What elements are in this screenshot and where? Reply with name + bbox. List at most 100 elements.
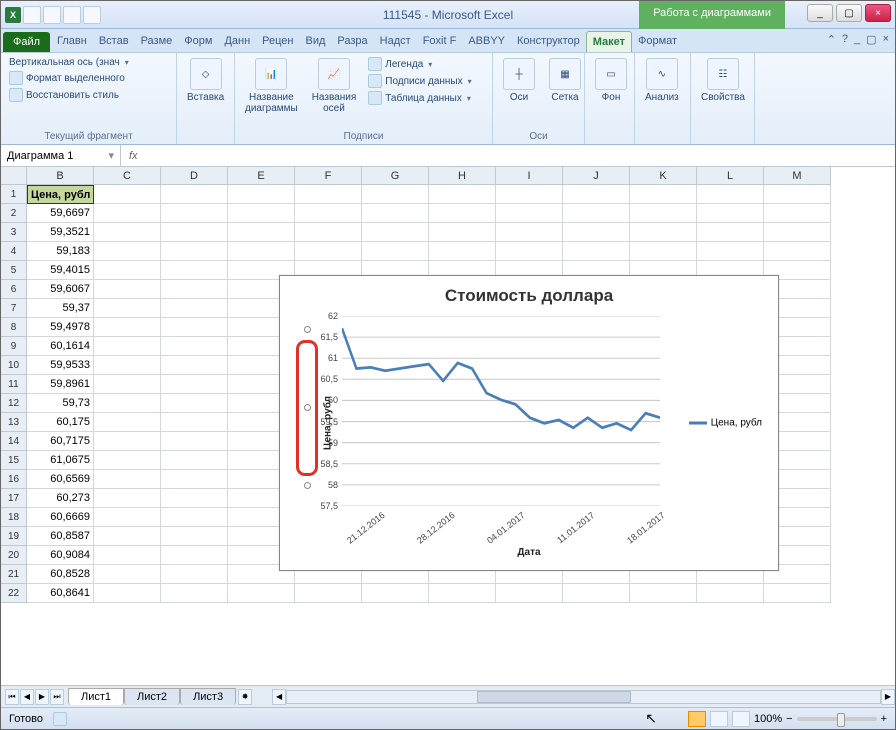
cell[interactable] xyxy=(429,185,496,204)
mdi-minimize-icon[interactable]: _ xyxy=(854,33,860,46)
cell[interactable]: 60,273 xyxy=(27,489,94,508)
mdi-restore-icon[interactable]: ▢ xyxy=(866,33,876,46)
column-header[interactable]: D xyxy=(161,167,228,185)
row-header[interactable]: 10 xyxy=(1,356,27,375)
cell[interactable] xyxy=(563,204,630,223)
sheet-tab[interactable]: Лист3 xyxy=(180,688,236,705)
cell[interactable] xyxy=(630,223,697,242)
column-header[interactable]: I xyxy=(496,167,563,185)
cell[interactable] xyxy=(697,223,764,242)
cell[interactable] xyxy=(94,508,161,527)
ribbon-tab-макет[interactable]: Макет xyxy=(586,31,632,52)
cell[interactable]: 59,6697 xyxy=(27,204,94,223)
formula-input[interactable] xyxy=(146,145,895,166)
file-tab[interactable]: Файл xyxy=(3,32,50,52)
cell[interactable] xyxy=(94,261,161,280)
cell[interactable] xyxy=(362,584,429,603)
cell[interactable] xyxy=(697,242,764,261)
row-header[interactable]: 9 xyxy=(1,337,27,356)
cell[interactable] xyxy=(94,584,161,603)
ribbon-tab-вид[interactable]: Вид xyxy=(300,31,332,52)
cell[interactable] xyxy=(94,318,161,337)
cell[interactable] xyxy=(295,204,362,223)
window-minimize-button[interactable]: _ xyxy=(807,4,833,22)
cell[interactable] xyxy=(161,261,228,280)
cell[interactable]: 60,6569 xyxy=(27,470,94,489)
ribbon-tab-разра[interactable]: Разра xyxy=(331,31,373,52)
cell[interactable] xyxy=(630,185,697,204)
chart-title[interactable]: Стоимость доллара xyxy=(286,286,772,306)
row-header[interactable]: 20 xyxy=(1,546,27,565)
row-header[interactable]: 8 xyxy=(1,318,27,337)
cell[interactable] xyxy=(94,451,161,470)
cell[interactable] xyxy=(161,508,228,527)
cell[interactable] xyxy=(161,546,228,565)
cell[interactable] xyxy=(764,204,831,223)
row-header[interactable]: 17 xyxy=(1,489,27,508)
cell[interactable] xyxy=(496,223,563,242)
cell[interactable] xyxy=(94,375,161,394)
hscroll-right-icon[interactable]: ▶ xyxy=(881,689,895,705)
sheet-nav-prev-icon[interactable]: ◀ xyxy=(20,689,34,705)
cell[interactable] xyxy=(697,584,764,603)
data-labels-button[interactable]: Подписи данных xyxy=(366,73,473,89)
sheet-nav-first-icon[interactable]: ⏮ xyxy=(5,689,19,705)
axis-titles-button[interactable]: 📈Названия осей xyxy=(308,56,361,116)
row-header[interactable]: 13 xyxy=(1,413,27,432)
ribbon-tab-foxit f[interactable]: Foxit F xyxy=(417,31,463,52)
cell[interactable] xyxy=(94,337,161,356)
sheet-tab[interactable]: Лист1 xyxy=(68,688,124,705)
row-header[interactable]: 12 xyxy=(1,394,27,413)
qat-open-icon[interactable] xyxy=(83,6,101,24)
cell[interactable] xyxy=(429,223,496,242)
cell[interactable]: 60,1614 xyxy=(27,337,94,356)
cell[interactable] xyxy=(161,356,228,375)
axes-button[interactable]: ┼Оси xyxy=(499,56,539,105)
properties-button[interactable]: ☷Свойства xyxy=(697,56,749,105)
column-header[interactable]: B xyxy=(27,167,94,185)
column-header[interactable]: E xyxy=(228,167,295,185)
cell[interactable]: 59,183 xyxy=(27,242,94,261)
help-icon[interactable]: ? xyxy=(842,33,848,46)
cell[interactable] xyxy=(563,584,630,603)
row-header[interactable]: 2 xyxy=(1,204,27,223)
cell[interactable] xyxy=(94,489,161,508)
cell[interactable]: 59,3521 xyxy=(27,223,94,242)
cell[interactable]: 61,0675 xyxy=(27,451,94,470)
cell[interactable]: 60,8641 xyxy=(27,584,94,603)
cell[interactable]: 59,37 xyxy=(27,299,94,318)
cell[interactable] xyxy=(161,584,228,603)
cell[interactable] xyxy=(228,185,295,204)
cell[interactable] xyxy=(764,584,831,603)
ribbon-tab-данн[interactable]: Данн xyxy=(218,31,256,52)
page-layout-view-button[interactable] xyxy=(710,711,728,727)
hscroll-left-icon[interactable]: ◀ xyxy=(272,689,286,705)
cell[interactable] xyxy=(429,204,496,223)
cell[interactable] xyxy=(94,470,161,489)
cell[interactable] xyxy=(94,204,161,223)
cell[interactable] xyxy=(94,546,161,565)
zoom-in-button[interactable]: + xyxy=(881,713,887,725)
cell[interactable] xyxy=(161,489,228,508)
column-header[interactable]: L xyxy=(697,167,764,185)
plot-area[interactable]: 57,55858,55959,56060,56161,562 21.12.201… xyxy=(342,316,660,506)
cell[interactable] xyxy=(228,204,295,223)
cell[interactable] xyxy=(161,185,228,204)
scrollbar-thumb[interactable] xyxy=(477,691,631,703)
cell[interactable]: 60,9084 xyxy=(27,546,94,565)
cell[interactable] xyxy=(630,584,697,603)
cell[interactable] xyxy=(362,223,429,242)
cell[interactable]: 59,4015 xyxy=(27,261,94,280)
row-header[interactable]: 18 xyxy=(1,508,27,527)
qat-undo-icon[interactable] xyxy=(43,6,61,24)
cell[interactable] xyxy=(94,432,161,451)
cell[interactable] xyxy=(94,394,161,413)
cell[interactable] xyxy=(161,337,228,356)
column-header[interactable]: J xyxy=(563,167,630,185)
cell[interactable] xyxy=(161,242,228,261)
row-header[interactable]: 3 xyxy=(1,223,27,242)
row-header[interactable]: 5 xyxy=(1,261,27,280)
cell[interactable]: 59,4978 xyxy=(27,318,94,337)
worksheet-grid[interactable]: BCDEFGHIJKLM 123456789101112131415161718… xyxy=(1,167,895,685)
cell[interactable] xyxy=(295,223,362,242)
